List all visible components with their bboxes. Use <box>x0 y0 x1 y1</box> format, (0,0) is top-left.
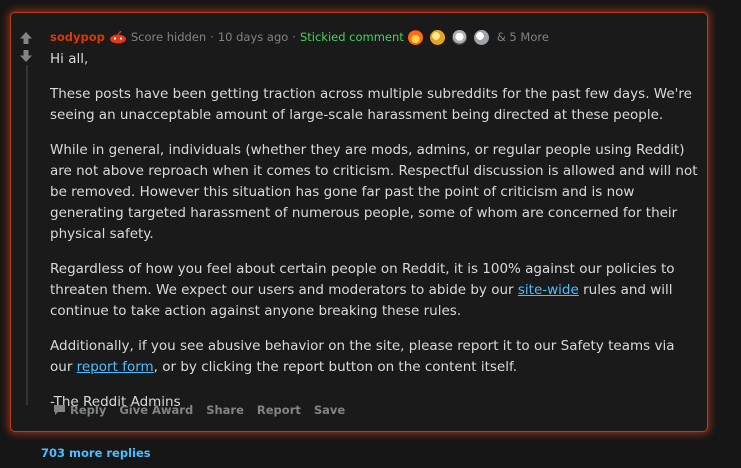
award-list <box>407 29 496 45</box>
save-button[interactable]: Save <box>314 403 345 417</box>
thread-collapse-line[interactable] <box>26 65 28 405</box>
report-button[interactable]: Report <box>257 403 301 417</box>
comment-body: Hi all, These posts have been getting tr… <box>50 49 698 427</box>
greeting: Hi all, <box>50 51 89 67</box>
stickied-comment-card: sodypop Score hidden · 10 days ago · Sti… <box>10 12 708 432</box>
reply-label: Reply <box>70 403 107 417</box>
site-wide-link[interactable]: site-wide <box>518 282 579 298</box>
downvote-button[interactable] <box>16 47 36 65</box>
skull-award-icon[interactable] <box>451 29 467 45</box>
timestamp[interactable]: 10 days ago <box>218 30 288 44</box>
more-replies-link[interactable]: 703 more replies <box>41 446 151 460</box>
vote-column <box>16 29 36 65</box>
give-award-button[interactable]: Give Award <box>119 403 193 417</box>
separator-dot: · <box>210 30 214 44</box>
upvote-arrow-icon <box>20 32 32 44</box>
share-button[interactable]: Share <box>206 403 244 417</box>
downvote-arrow-icon <box>20 50 32 62</box>
silver-award-icon[interactable] <box>473 29 489 45</box>
more-awards-link[interactable]: & 5 More <box>497 30 549 44</box>
speech-bubble-icon <box>54 405 65 415</box>
separator-dot: · <box>292 30 296 44</box>
score-hidden: Score hidden <box>130 30 207 44</box>
comment-header: sodypop Score hidden · 10 days ago · Sti… <box>50 29 549 45</box>
text: , or by clicking the report button on th… <box>153 359 518 375</box>
fire-award-icon[interactable] <box>407 29 423 45</box>
paragraph: Additionally, if you see abusive behavio… <box>50 336 698 378</box>
upvote-button[interactable] <box>16 29 36 47</box>
snoo-avatar-icon <box>109 30 127 44</box>
gold-award-icon[interactable] <box>429 29 445 45</box>
reply-button[interactable]: Reply <box>53 403 106 417</box>
stickied-label: Stickied comment <box>299 30 404 44</box>
username[interactable]: sodypop <box>50 30 105 44</box>
paragraph: While in general, individuals (whether t… <box>50 142 698 242</box>
paragraph: Regardless of how you feel about certain… <box>50 259 698 322</box>
paragraph: These posts have been getting traction a… <box>50 86 692 123</box>
comment-actions: Reply Give Award Share Report Save <box>53 403 358 417</box>
report-form-link[interactable]: report form <box>77 359 154 375</box>
